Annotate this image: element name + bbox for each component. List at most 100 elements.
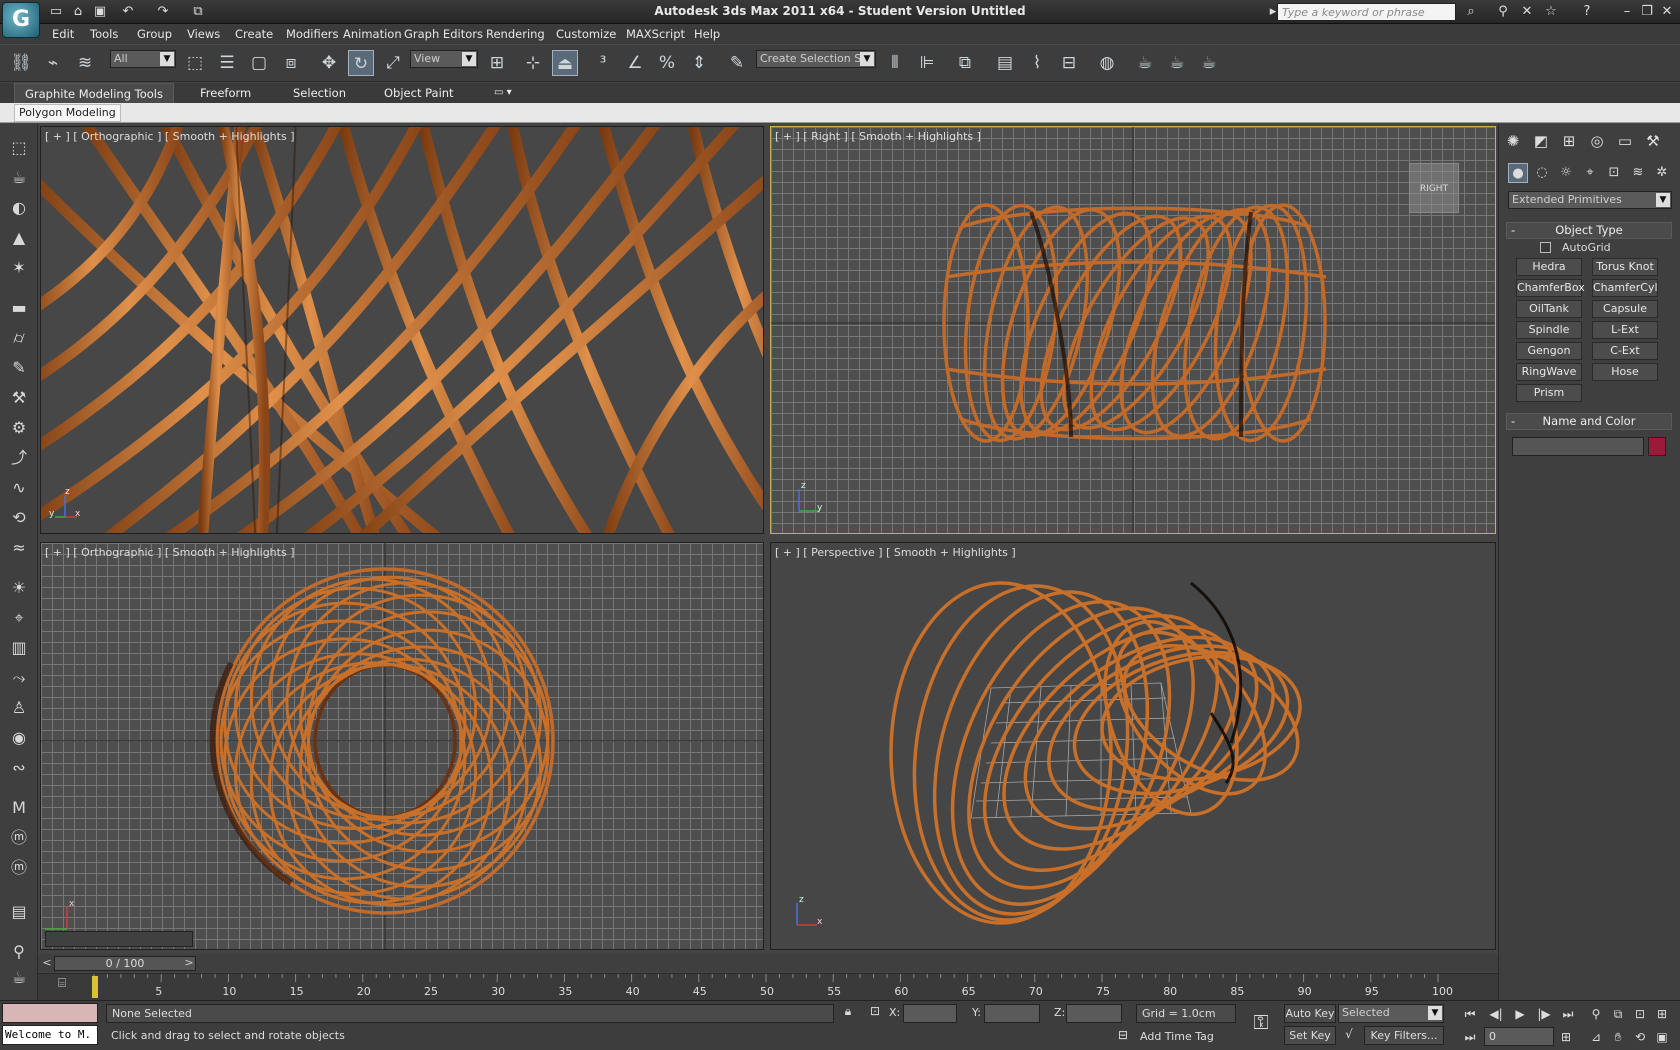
- prev-frame-arrow[interactable]: <: [40, 956, 54, 971]
- minimize-window-icon[interactable]: –: [1618, 3, 1636, 21]
- chamfercyl-button[interactable]: ChamferCyl: [1592, 279, 1658, 297]
- ringwave-button[interactable]: RingWave: [1516, 363, 1582, 381]
- maxscript-listener-input[interactable]: Welcome to M.: [2, 1025, 98, 1045]
- object-name-input[interactable]: [1512, 437, 1644, 456]
- display-tab-icon[interactable]: ▭: [1614, 130, 1636, 152]
- align-icon[interactable]: ⊫: [914, 50, 940, 76]
- menu-tools[interactable]: Tools: [90, 27, 118, 41]
- mirror-icon[interactable]: ⫴: [882, 50, 908, 76]
- polygon-modeling-panel[interactable]: Polygon Modeling: [14, 104, 121, 122]
- play-animation-icon[interactable]: ▶: [1510, 1004, 1530, 1024]
- ripple-icon[interactable]: ≈: [7, 536, 31, 560]
- document-icon[interactable]: ▥: [7, 636, 31, 660]
- spinner-snap-icon[interactable]: ⇕: [686, 50, 712, 76]
- material-editor-icon[interactable]: ◍: [1094, 50, 1120, 76]
- selection-filter-dropdown[interactable]: All ▼: [110, 50, 176, 68]
- camera-icon[interactable]: ⌖: [7, 606, 31, 630]
- cylinder-icon[interactable]: ⌭: [7, 326, 31, 350]
- viewport-right[interactable]: [ + ] [ Right ] [ Smooth + Highlights ] …: [770, 126, 1496, 534]
- bend-icon[interactable]: ⤴: [7, 446, 31, 470]
- field-of-view-icon[interactable]: ⊿: [1586, 1027, 1606, 1047]
- pivot-center-icon[interactable]: ⊞: [484, 50, 510, 76]
- viewport-bottom-left[interactable]: [ + ] [ Orthographic ] [ Smooth + Highli…: [40, 542, 764, 950]
- menu-modifiers[interactable]: Modifiers: [286, 27, 339, 41]
- spindle-button[interactable]: Spindle: [1516, 321, 1582, 339]
- tab-object-paint[interactable]: Object Paint: [376, 83, 462, 103]
- rendered-frame-window-icon[interactable]: ☕: [1164, 50, 1190, 76]
- menu-animation[interactable]: Animation: [343, 27, 402, 41]
- autogrid-checkbox[interactable]: [1540, 242, 1551, 253]
- render-production-icon[interactable]: ☕: [1196, 50, 1222, 76]
- sphere-icon[interactable]: ◐: [7, 196, 31, 220]
- plane-icon[interactable]: ▬: [7, 296, 31, 320]
- infocenter-search-input[interactable]: Type a keyword or phrase: [1277, 3, 1456, 21]
- orbit-icon[interactable]: ⟲: [1630, 1027, 1650, 1047]
- brush-icon[interactable]: ⚒: [7, 386, 31, 410]
- x-coordinate-input[interactable]: [903, 1004, 957, 1023]
- viewport-label[interactable]: [ + ] [ Right ] [ Smooth + Highlights ]: [775, 130, 981, 143]
- object-type-rollout-header[interactable]: - Object Type: [1506, 222, 1672, 239]
- cameras-icon[interactable]: ⌖: [1580, 163, 1600, 183]
- rectangular-selection-icon[interactable]: ▢: [246, 50, 272, 76]
- absolute-mode-icon[interactable]: ⊡: [866, 1004, 884, 1023]
- default-tangent-icon[interactable]: √: [1340, 1027, 1358, 1046]
- maxscript-mini-listener-pink[interactable]: [2, 1003, 98, 1023]
- zoom-extents-all-icon[interactable]: ⊞: [1652, 1004, 1672, 1024]
- close-window-icon[interactable]: ✕: [1658, 3, 1676, 21]
- unlink-selection-icon[interactable]: ⌁: [40, 50, 66, 76]
- layer-manager-icon[interactable]: ⧉: [952, 50, 978, 76]
- manipulate-icon[interactable]: ⊹: [520, 50, 546, 76]
- window-crossing-icon[interactable]: ⧈: [278, 50, 304, 76]
- set-key-button[interactable]: Set Key: [1284, 1026, 1336, 1045]
- time-tag-icon[interactable]: ⊟: [1114, 1028, 1132, 1046]
- primitive-category-dropdown[interactable]: Extended Primitives ▼: [1508, 191, 1672, 209]
- modify-tab-icon[interactable]: ◩: [1530, 130, 1552, 152]
- oiltank-button[interactable]: OilTank: [1516, 300, 1582, 318]
- edit-named-selection-icon[interactable]: ✎: [724, 50, 750, 76]
- chamferbox-button[interactable]: ChamferBox: [1516, 279, 1585, 297]
- ribbon-options-icon[interactable]: ▭ ▾: [486, 83, 520, 103]
- restore-window-icon[interactable]: ❐: [1638, 3, 1656, 21]
- c-ext-button[interactable]: C-Ext: [1592, 342, 1658, 360]
- twist-icon[interactable]: ⟲: [7, 506, 31, 530]
- reference-coordinate-dropdown[interactable]: View ▼: [410, 50, 478, 68]
- object-color-swatch[interactable]: [1648, 437, 1666, 456]
- select-by-name-icon[interactable]: ☰: [214, 50, 240, 76]
- go-to-end-icon[interactable]: ⏭: [1558, 1004, 1578, 1024]
- open-mini-curve-editor-icon[interactable]: ⌸: [52, 976, 72, 996]
- named-selection-sets-dropdown[interactable]: Create Selection Se ▼: [756, 50, 876, 68]
- viewport-perspective[interactable]: [ + ] [ Perspective ] [ Smooth + Highlig…: [770, 542, 1496, 950]
- viewport-label[interactable]: [ + ] [ Perspective ] [ Smooth + Highlig…: [775, 546, 1016, 559]
- tab-selection[interactable]: Selection: [285, 83, 354, 103]
- curve-editor-icon[interactable]: ⌇: [1024, 50, 1050, 76]
- y-coordinate-input[interactable]: [984, 1004, 1040, 1023]
- prism-button[interactable]: Prism: [1516, 384, 1582, 402]
- menu-edit[interactable]: Edit: [52, 27, 74, 41]
- spring-icon[interactable]: ∾: [7, 756, 31, 780]
- select-and-move-icon[interactable]: ✥: [316, 50, 342, 76]
- modeling-m3-icon[interactable]: ⓜ: [7, 856, 31, 880]
- helpers-icon[interactable]: ⊡: [1604, 163, 1624, 183]
- modeling-m-icon[interactable]: M: [7, 796, 31, 820]
- l-ext-button[interactable]: L-Ext: [1592, 321, 1658, 339]
- time-configuration-icon[interactable]: ⊞: [1556, 1027, 1576, 1047]
- select-and-rotate-icon[interactable]: ↻: [348, 50, 374, 76]
- path-icon[interactable]: ⤳: [7, 666, 31, 690]
- gengon-button[interactable]: Gengon: [1516, 342, 1582, 360]
- key-filters-button[interactable]: Key Filters...: [1364, 1026, 1444, 1045]
- pan-view-icon[interactable]: ✋︎: [1608, 1027, 1628, 1047]
- previous-frame-icon[interactable]: ◀|: [1486, 1004, 1506, 1024]
- z-coordinate-input[interactable]: [1066, 1004, 1122, 1023]
- zoom-extents-icon[interactable]: ⊡: [1630, 1004, 1650, 1024]
- graphite-toggle-icon[interactable]: ▤: [992, 50, 1018, 76]
- shapes-icon[interactable]: ◌: [1532, 163, 1552, 183]
- utilities-tab-icon[interactable]: ⚒: [1642, 130, 1664, 152]
- lights-icon[interactable]: ☼: [1556, 163, 1576, 183]
- teapot-icon[interactable]: ☕: [7, 166, 31, 190]
- hose-button[interactable]: Hose: [1592, 363, 1658, 381]
- favorites-star-icon[interactable]: ☆: [1542, 3, 1560, 21]
- star-icon[interactable]: ✶: [7, 256, 31, 280]
- tab-graphite-modeling-tools[interactable]: Graphite Modeling Tools: [14, 83, 174, 103]
- modeling-m2-icon[interactable]: ⓜ: [7, 826, 31, 850]
- time-slider-thumb[interactable]: 0 / 100: [54, 956, 196, 971]
